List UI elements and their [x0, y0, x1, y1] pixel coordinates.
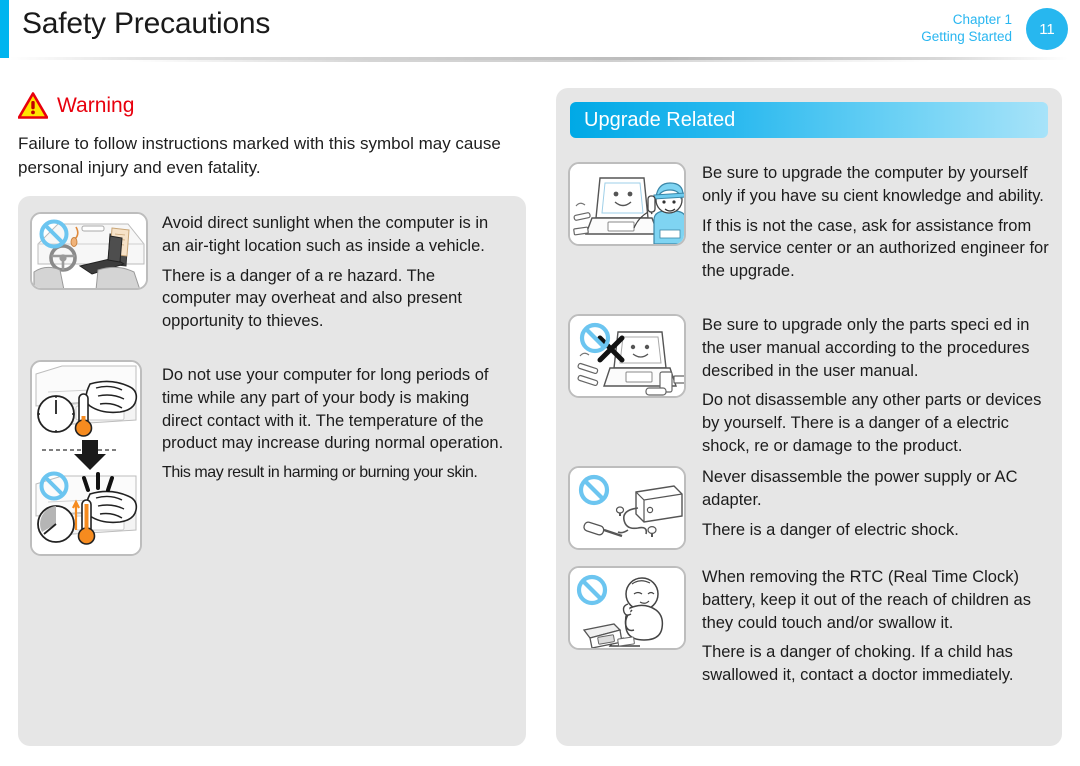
paragraph: Do not use your computer for long period… — [162, 366, 504, 453]
breadcrumb: Chapter 1 Getting Started — [921, 11, 1012, 46]
chapter-label: Chapter 1 — [952, 12, 1012, 27]
header-divider-shadow — [130, 60, 930, 62]
warning-heading: Warning — [18, 92, 134, 119]
item-text: When removing the RTC (Real Time Clock) … — [702, 566, 1050, 687]
warning-label: Warning — [57, 93, 135, 117]
paragraph: This may result in harming or burning yo… — [162, 464, 478, 482]
warning-description: Failure to follow instructions marked wi… — [18, 134, 501, 178]
item-text: Be sure to upgrade only the parts speci … — [702, 314, 1050, 458]
list-item: Do not use your computer for long period… — [30, 360, 508, 556]
warning-triangle-icon — [18, 92, 48, 119]
paragraph: If this is not the case, ask for assista… — [702, 216, 1049, 281]
page-header: Safety Precautions Chapter 1 Getting Sta… — [0, 0, 1080, 58]
list-item: Be sure to upgrade the computer by yours… — [568, 162, 1050, 283]
paragraph: There is a danger of electric shock. — [702, 520, 959, 539]
item-text: Never disassemble the power supply or AC… — [702, 466, 1050, 541]
paragraph: Be sure to upgrade the computer by yours… — [702, 164, 1044, 205]
list-item: Be sure to upgrade only the parts speci … — [568, 314, 1050, 458]
paragraph: When removing the RTC (Real Time Clock) … — [702, 568, 1031, 632]
hand-on-laptop-heat-thermometer-icon — [30, 360, 142, 556]
header-accent-bar — [0, 0, 9, 58]
paragraph: Be sure to upgrade only the parts speci … — [702, 316, 1030, 380]
no-disassemble-ac-adapter-icon — [568, 466, 686, 550]
page-title: Safety Precautions — [22, 7, 271, 40]
no-disassemble-laptop-tools-icon — [568, 314, 686, 398]
car-interior-laptop-no-sunlight-icon — [30, 212, 148, 290]
page-number-badge: 11 — [1026, 8, 1068, 50]
paragraph: There is a danger of choking. If a child… — [702, 643, 1014, 685]
paragraph: There is a danger of a re hazard. The co… — [162, 266, 462, 331]
list-item: Never disassemble the power supply or AC… — [568, 466, 1050, 550]
item-text: Do not use your computer for long period… — [162, 360, 508, 484]
section-title: Upgrade Related — [584, 108, 736, 131]
no-child-swallow-battery-icon — [568, 566, 686, 650]
manual-page: Safety Precautions Chapter 1 Getting Sta… — [0, 0, 1080, 766]
technician-phone-laptop-icon — [568, 162, 686, 246]
item-text: Avoid direct sunlight when the computer … — [162, 212, 508, 333]
item-text: Be sure to upgrade the computer by yours… — [702, 162, 1050, 283]
list-item: Avoid direct sunlight when the computer … — [30, 212, 508, 333]
paragraph: Never disassemble the power supply or AC… — [702, 468, 1018, 509]
section-header-bar: Upgrade Related — [570, 102, 1048, 138]
list-item: When removing the RTC (Real Time Clock) … — [568, 566, 1050, 687]
paragraph: Do not disassemble any other parts or de… — [702, 391, 1042, 455]
section-label: Getting Started — [921, 29, 1012, 45]
paragraph: Avoid direct sunlight when the computer … — [162, 214, 489, 255]
